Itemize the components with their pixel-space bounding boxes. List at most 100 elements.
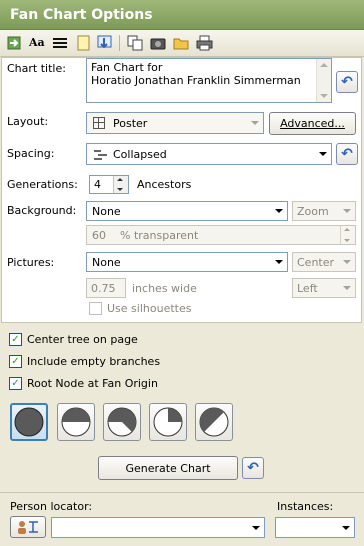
transparency-spinner[interactable] — [340, 226, 355, 244]
instances-label: Instances: — [277, 500, 334, 513]
pictures-select[interactable]: None — [86, 252, 288, 272]
spacing-label: Spacing: — [7, 147, 55, 160]
undo-icon: ↶ — [341, 74, 353, 90]
picture-width-unit: inches wide — [132, 282, 197, 295]
spin-down-icon[interactable] — [344, 239, 350, 242]
pictures-dropdown-icon[interactable] — [270, 253, 287, 271]
fan-shape-half-button[interactable] — [57, 403, 95, 441]
spacing-reset-button[interactable]: ↶ — [336, 143, 358, 165]
generations-value: 4 — [94, 178, 101, 191]
undo-icon: ↶ — [341, 146, 353, 162]
chart-title-label: Chart title: — [7, 62, 66, 75]
fan-shape-quarter-button[interactable] — [149, 403, 187, 441]
pictures-label: Pictures: — [7, 256, 55, 269]
layout-value: Poster — [113, 117, 148, 130]
background-zoom-select[interactable]: Zoom — [292, 201, 356, 221]
use-silhouettes-checkbox[interactable] — [89, 302, 102, 315]
layout-select[interactable]: Poster — [86, 112, 264, 134]
use-silhouettes-label: Use silhouettes — [107, 302, 192, 315]
picture-align-select[interactable]: Left — [292, 278, 356, 298]
fan-shape-circle-button[interactable] — [10, 403, 48, 441]
picture-width-input[interactable]: 0.75 — [86, 278, 126, 298]
full-circle-icon — [14, 407, 44, 437]
folder-icon[interactable] — [173, 35, 190, 51]
picture-align-value: Left — [297, 282, 318, 295]
person-locator-select[interactable] — [51, 517, 265, 538]
chart-title-line-1: Fan Chart for — [91, 61, 163, 74]
half-circle-icon — [61, 407, 91, 437]
layout-dropdown-icon[interactable] — [246, 113, 263, 133]
include-empty-branches-label: Include empty branches — [27, 355, 161, 368]
transparency-value: 60 — [92, 229, 106, 242]
transparency-stepper[interactable]: 60 % transparent — [86, 225, 356, 245]
fan-shape-wedge-button[interactable] — [195, 403, 233, 441]
generate-chart-button[interactable]: Generate Chart — [98, 456, 238, 480]
person-tree-icon — [18, 521, 38, 534]
spin-down-icon[interactable] — [117, 188, 123, 191]
scroll-up-icon[interactable] — [320, 63, 328, 67]
fan-shape-three-quarter-button[interactable] — [103, 403, 141, 441]
toolbar-divider — [119, 35, 120, 51]
background-select[interactable]: None — [86, 201, 288, 221]
print-icon[interactable] — [196, 35, 213, 51]
spacing-select[interactable]: Collapsed — [86, 143, 332, 165]
generate-chart-label: Generate Chart — [125, 461, 211, 475]
background-zoom-value: Zoom — [297, 205, 329, 218]
generations-unit: Ancestors — [137, 178, 192, 191]
pictures-position-value: Center — [297, 256, 335, 269]
advanced-label: Advanced... — [280, 117, 345, 130]
camera-icon[interactable] — [150, 35, 167, 51]
chart-title-input[interactable]: Fan Chart for Horatio Jonathan Franklin … — [86, 58, 332, 103]
download-icon[interactable] — [96, 35, 113, 51]
root-node-origin-label: Root Node at Fan Origin — [27, 377, 158, 390]
include-empty-branches-checkbox[interactable]: ✓ — [9, 355, 22, 368]
collapsed-spacing-icon — [93, 148, 109, 165]
generations-spinner[interactable] — [113, 176, 128, 193]
advanced-button[interactable]: Advanced... — [269, 112, 356, 135]
pictures-value: None — [92, 256, 121, 269]
chart-title-reset-button[interactable]: ↶ — [336, 71, 358, 93]
lines-icon[interactable] — [52, 35, 69, 51]
generations-stepper[interactable]: 4 — [89, 175, 129, 194]
page-icon[interactable] — [75, 35, 92, 51]
pictures-position-select[interactable]: Center — [292, 252, 356, 272]
window-title: Fan Chart Options — [10, 7, 153, 23]
chart-title-scrollbar[interactable] — [316, 59, 331, 102]
picture-width-value: 0.75 — [91, 282, 116, 295]
background-dropdown-icon[interactable] — [270, 202, 287, 220]
position-dropdown-icon[interactable] — [338, 253, 355, 271]
center-tree-checkbox[interactable]: ✓ — [9, 333, 22, 346]
center-tree-label: Center tree on page — [27, 333, 138, 346]
wedge-circle-icon — [199, 407, 229, 437]
generations-label: Generations: — [7, 178, 78, 191]
person-locator-dropdown-icon[interactable] — [247, 518, 264, 537]
spacing-value: Collapsed — [113, 148, 167, 161]
transparency-unit: % transparent — [120, 229, 199, 242]
person-locator-button[interactable] — [10, 516, 46, 538]
instances-select[interactable] — [275, 517, 355, 538]
window-title-bar: Fan Chart Options — [0, 0, 364, 30]
footer-divider — [0, 492, 364, 493]
scroll-down-icon[interactable] — [320, 94, 328, 98]
spin-up-icon[interactable] — [117, 178, 123, 181]
layout-label: Layout: — [7, 115, 49, 128]
person-locator-label: Person locator: — [10, 500, 93, 513]
undo-icon: ↶ — [247, 460, 259, 476]
toolbar: Aa — [0, 30, 364, 57]
background-value: None — [92, 205, 121, 218]
instances-dropdown-icon[interactable] — [337, 518, 354, 537]
background-label: Background: — [7, 204, 77, 217]
align-dropdown-icon[interactable] — [338, 279, 355, 297]
spin-up-icon[interactable] — [344, 228, 350, 231]
root-node-origin-checkbox[interactable]: ✓ — [9, 377, 22, 390]
font-icon[interactable]: Aa — [29, 35, 47, 52]
copy-icon[interactable] — [127, 35, 144, 51]
poster-icon — [93, 117, 105, 129]
import-icon[interactable] — [6, 35, 23, 51]
chart-title-line-2: Horatio Jonathan Franklin Simmerman — [91, 74, 301, 87]
zoom-dropdown-icon[interactable] — [338, 202, 355, 220]
spacing-dropdown-icon[interactable] — [314, 144, 331, 164]
quarter-circle-icon — [153, 407, 183, 437]
three-quarter-circle-icon — [107, 407, 137, 437]
generate-reset-button[interactable]: ↶ — [242, 457, 264, 479]
